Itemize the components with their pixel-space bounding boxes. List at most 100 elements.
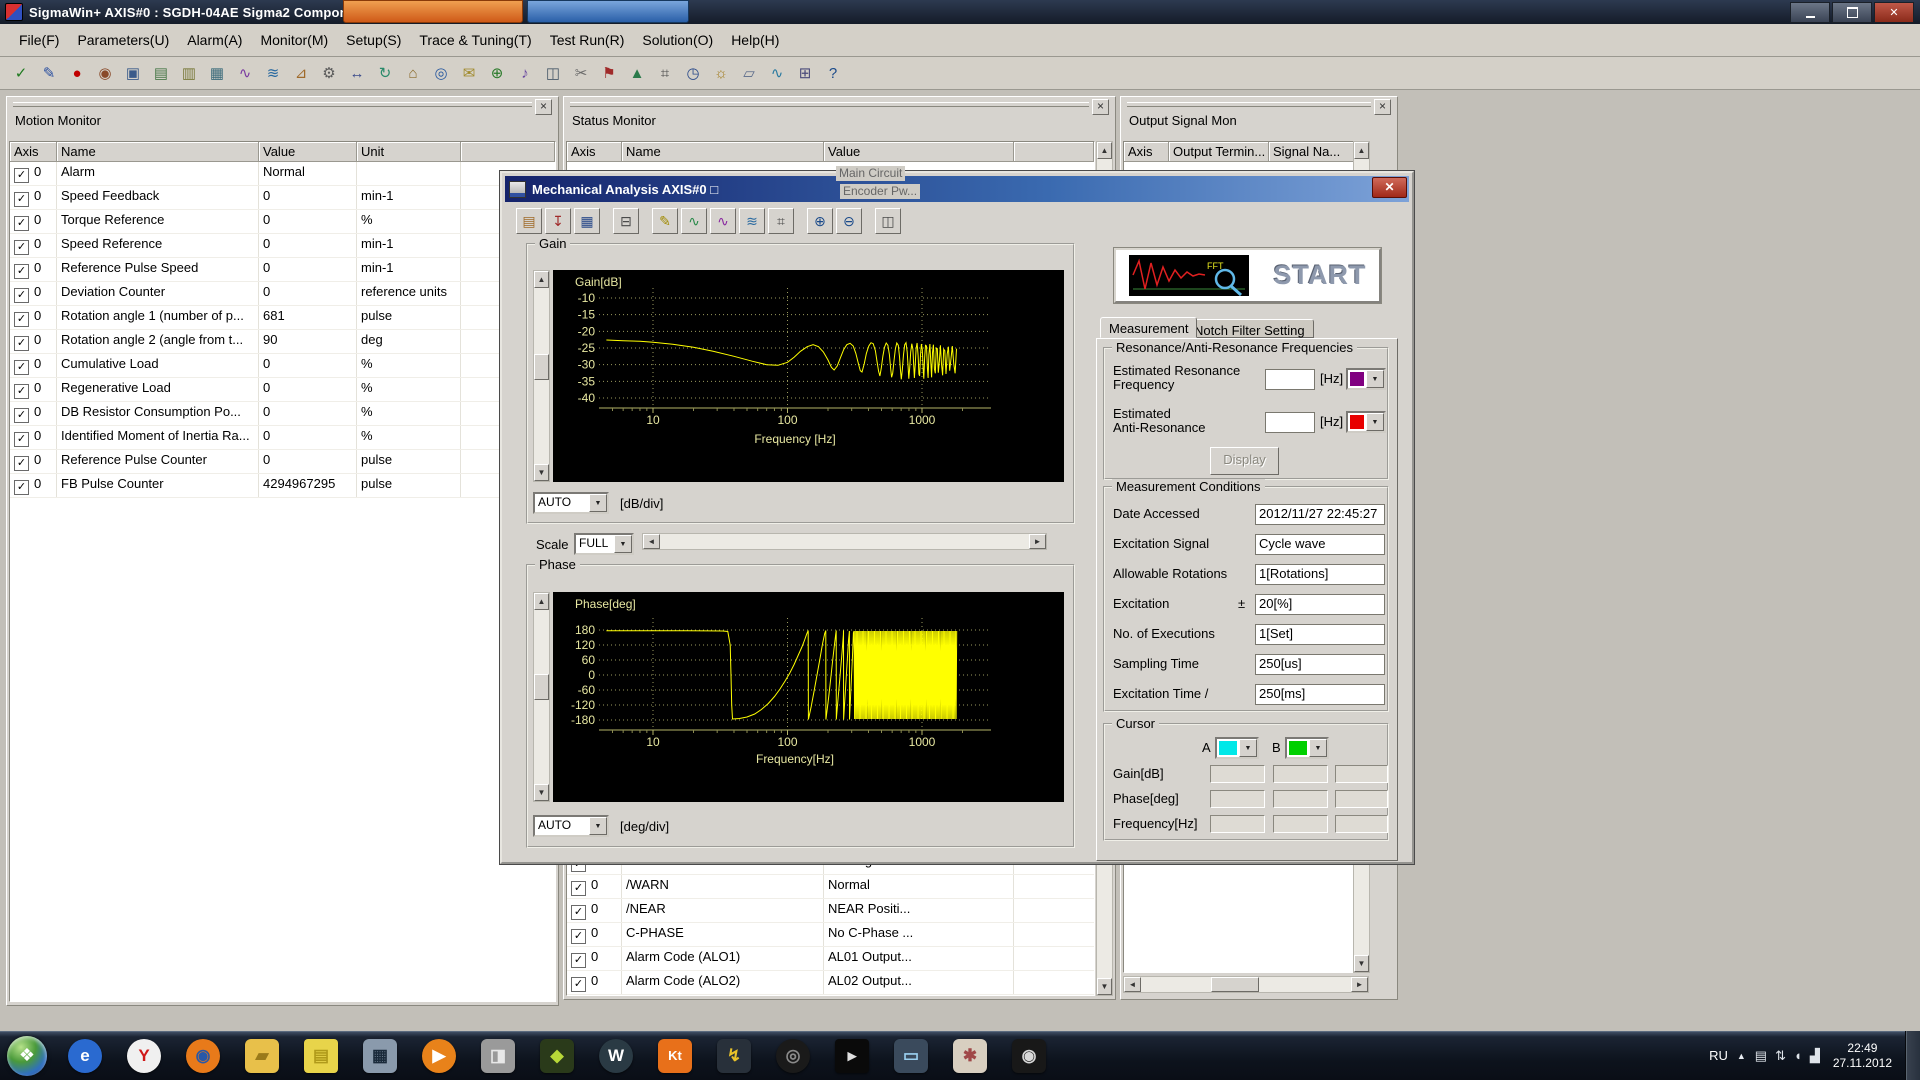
cursor-value-box[interactable] [1273,815,1328,833]
remote-desktop-icon[interactable]: ▭ [886,1034,936,1078]
table-row[interactable]: ✓0Speed Reference0min-1 [10,234,555,258]
firefox-icon[interactable]: ◉ [178,1034,228,1078]
data-import-icon[interactable]: ↧ [545,208,571,234]
table-row[interactable]: ✓0Deviation Counter0reference units [10,282,555,306]
alarm-display-icon[interactable]: ● [64,60,90,86]
close-panel-icon[interactable]: × [535,99,552,115]
column-header[interactable]: Value [259,142,357,162]
scroll-right-icon[interactable]: ► [1029,534,1046,549]
cursor-b-color-select[interactable]: ▼ [1285,737,1329,759]
zoom-out-icon[interactable]: ⊖ [836,208,862,234]
close-button[interactable]: ✕ [1874,2,1914,23]
table-row[interactable]: ✓0Rotation angle 1 (number of p...681pul… [10,306,555,330]
cursor-value-box[interactable] [1335,765,1388,783]
cut-icon[interactable]: ✂ [568,60,594,86]
column-header[interactable]: Signal Na... [1269,142,1354,162]
checkbox[interactable]: ✓ [14,408,29,423]
display-button[interactable]: Display [1210,447,1279,475]
close-panel-icon[interactable]: × [1092,99,1109,115]
start-button[interactable]: FFT START [1114,248,1381,303]
menu-item-monitor[interactable]: Monitor(M) [251,28,337,52]
media-player-icon[interactable]: ▶ [414,1034,464,1078]
upload-icon[interactable]: ▲ [624,60,650,86]
tab-measurement[interactable]: Measurement [1100,317,1197,338]
table-row[interactable]: ✓0Regenerative Load0% [10,378,555,402]
scroll-track[interactable] [534,610,549,784]
calculator-icon[interactable]: ▦ [355,1034,405,1078]
cursor-value-box[interactable] [1273,790,1328,808]
condition-value[interactable]: 2012/11/27 22:45:27 [1255,504,1385,525]
utorrent-icon[interactable]: ↯ [709,1034,759,1078]
frequency-input[interactable] [1265,412,1315,433]
table-row[interactable]: ✓0/WARNNormal [567,875,1094,899]
panel-grip[interactable] [570,102,1089,107]
tuning-icon[interactable]: ♪ [512,60,538,86]
output-signal-icon[interactable]: ▦ [204,60,230,86]
scale-select[interactable]: FULL ▼ [574,533,634,555]
output-horizontal-scrollbar[interactable]: ◄ ► [1123,976,1369,993]
panel-grip[interactable] [1127,102,1371,107]
background-window-fragment[interactable] [343,0,523,23]
phase-graph-icon[interactable]: ∿ [710,208,736,234]
verify-icon[interactable]: ✓ [8,60,34,86]
column-header[interactable]: Axis [567,142,622,162]
home-icon[interactable]: ⌂ [400,60,426,86]
brightness-icon[interactable]: ☼ [708,60,734,86]
scroll-up-icon[interactable]: ▲ [1097,142,1112,159]
scroll-down-icon[interactable]: ▼ [1097,978,1112,995]
scroll-thumb[interactable] [534,674,549,700]
scale-scrollbar[interactable]: ◄ ► [642,533,1047,550]
gain-vertical-scrollbar[interactable]: ▲ ▼ [533,270,550,482]
table-row[interactable]: ✓0Rotation angle 2 (angle from t...90deg [10,330,555,354]
gain-div-select[interactable]: AUTO ▼ [533,492,609,514]
minimize-button[interactable] [1790,2,1830,23]
scroll-right-icon[interactable]: ► [1351,977,1368,992]
cursor-value-box[interactable] [1335,790,1388,808]
checkbox[interactable]: ✓ [571,929,586,944]
checkbox[interactable]: ✓ [14,288,29,303]
close-panel-icon[interactable]: × [1374,99,1391,115]
update-icon[interactable]: ⇅ [1775,1048,1786,1064]
scroll-down-icon[interactable]: ▼ [1354,955,1369,972]
checkbox[interactable]: ✓ [14,456,29,471]
capture-icon[interactable]: ◉ [1004,1034,1054,1078]
checkbox[interactable]: ✓ [571,905,586,920]
motion-monitor-icon[interactable]: ▣ [120,60,146,86]
online-trace-icon[interactable]: ≋ [260,60,286,86]
cursor-value-box[interactable] [1210,790,1265,808]
menu-item-setup[interactable]: Setup(S) [337,28,410,52]
checkbox[interactable]: ✓ [14,480,29,495]
column-header[interactable]: Axis [10,142,57,162]
yandex-browser-icon[interactable]: Y [119,1034,169,1078]
sticky-notes-icon[interactable]: ▤ [296,1034,346,1078]
table-row[interactable]: ✓0FB Pulse Counter4294967295pulse [10,474,555,498]
network-icon[interactable]: ▟ [1810,1048,1820,1064]
phase-div-select[interactable]: AUTO ▼ [533,815,609,837]
menu-item-solution[interactable]: Solution(O) [633,28,722,52]
column-header[interactable]: Unit [357,142,461,162]
scroll-thumb[interactable] [1211,977,1259,992]
comment-icon[interactable]: ✎ [652,208,678,234]
maximize-button[interactable] [1832,2,1872,23]
racing-game-icon[interactable]: ◎ [768,1034,818,1078]
keyboard-layout-icon[interactable]: ▤ [1755,1048,1767,1064]
checkbox[interactable]: ✓ [571,881,586,896]
scroll-track[interactable] [660,534,1029,549]
scope-icon[interactable]: ◫ [540,60,566,86]
scroll-down-icon[interactable]: ▼ [534,784,549,801]
column-header[interactable]: Axis [1124,142,1169,162]
scroll-track[interactable] [1141,977,1351,992]
save-icon[interactable]: ▦ [574,208,600,234]
checkbox[interactable]: ✓ [14,240,29,255]
checkbox[interactable]: ✓ [14,264,29,279]
checkbox[interactable]: ✓ [14,360,29,375]
scroll-track[interactable] [534,288,549,464]
column-header[interactable]: Value [824,142,1014,162]
menu-item-help[interactable]: Help(H) [722,28,788,52]
gain-graph-icon[interactable]: ∿ [681,208,707,234]
checkbox[interactable]: ✓ [14,432,29,447]
add-icon[interactable]: ⊕ [484,60,510,86]
scroll-up-icon[interactable]: ▲ [1354,142,1369,159]
table-row[interactable]: ✓0C-PHASENo C-Phase ... [567,923,1094,947]
start-menu-button[interactable]: ❖ [0,1031,54,1080]
